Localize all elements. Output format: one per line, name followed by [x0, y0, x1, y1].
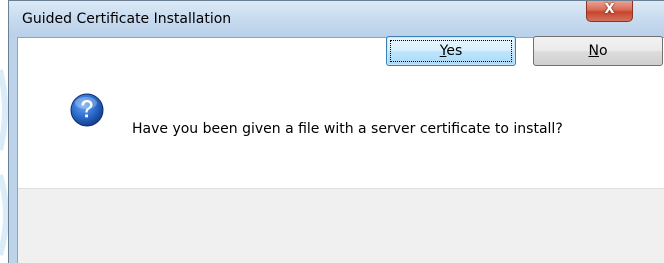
no-label-rest: o	[598, 43, 608, 59]
focus-ring	[390, 40, 512, 62]
yes-button[interactable]: Yes	[386, 36, 516, 66]
screen: Guided Certificate Installation X Have y…	[0, 0, 664, 263]
button-bar	[18, 188, 664, 263]
no-button[interactable]: No	[533, 36, 663, 66]
message-text: Have you been given a file with a server…	[132, 121, 563, 137]
window-title: Guided Certificate Installation	[22, 11, 232, 27]
close-icon: X	[604, 2, 615, 17]
title-bar[interactable]: Guided Certificate Installation X	[9, 1, 664, 37]
close-button[interactable]: X	[586, 1, 633, 22]
question-icon	[70, 93, 104, 127]
dialog-client-area: Have you been given a file with a server…	[17, 36, 664, 263]
dialog-window: Guided Certificate Installation X Have y…	[8, 0, 664, 263]
no-mnemonic: N	[588, 43, 599, 59]
